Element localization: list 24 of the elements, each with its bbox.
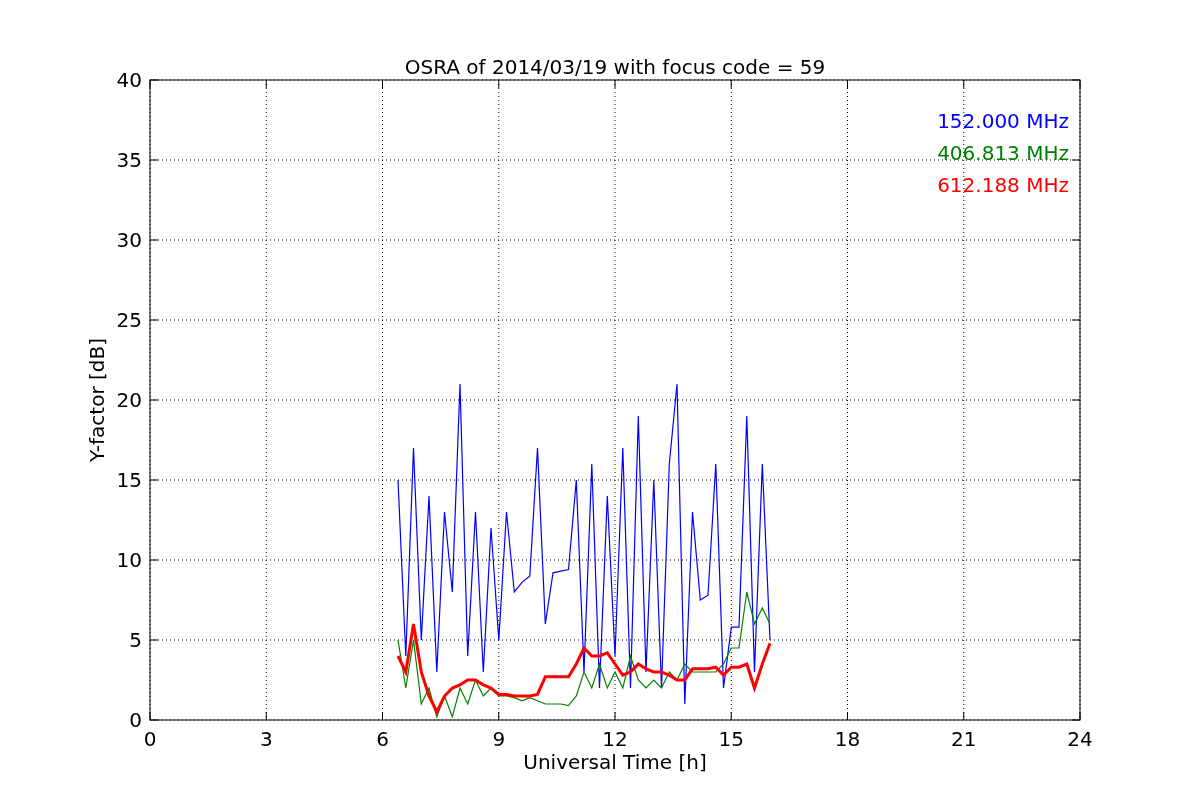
y-tick-label: 20	[116, 388, 142, 412]
x-axis-label: Universal Time [h]	[523, 750, 707, 774]
x-tick-label: 12	[602, 727, 628, 751]
legend-label: 406.813 MHz	[937, 141, 1069, 165]
x-tick-label: 24	[1067, 727, 1093, 751]
y-axis-label: Y-factor [dB]	[85, 338, 109, 462]
x-tick-label: 18	[834, 727, 861, 751]
chart-title: OSRA of 2014/03/19 with focus code = 59	[404, 55, 826, 79]
x-tick-label: 9	[492, 727, 506, 751]
x-tick-label: 15	[718, 727, 744, 751]
y-tick-label: 30	[116, 228, 142, 252]
y-tick-label: 5	[129, 628, 142, 652]
y-tick-label: 25	[116, 308, 142, 332]
y-tick-label: 15	[116, 468, 142, 492]
y-tick-label: 0	[129, 708, 142, 732]
x-tick-label: 3	[259, 727, 273, 751]
y-tick-label: 40	[116, 68, 142, 92]
x-tick-label: 6	[376, 727, 389, 751]
y-tick-label: 35	[116, 148, 142, 172]
legend-label: 612.188 MHz	[937, 173, 1069, 197]
x-tick-label: 21	[951, 727, 977, 751]
x-tick-label: 0	[143, 727, 157, 751]
y-tick-label: 10	[116, 548, 142, 572]
legend-label: 152.000 MHz	[937, 109, 1069, 133]
